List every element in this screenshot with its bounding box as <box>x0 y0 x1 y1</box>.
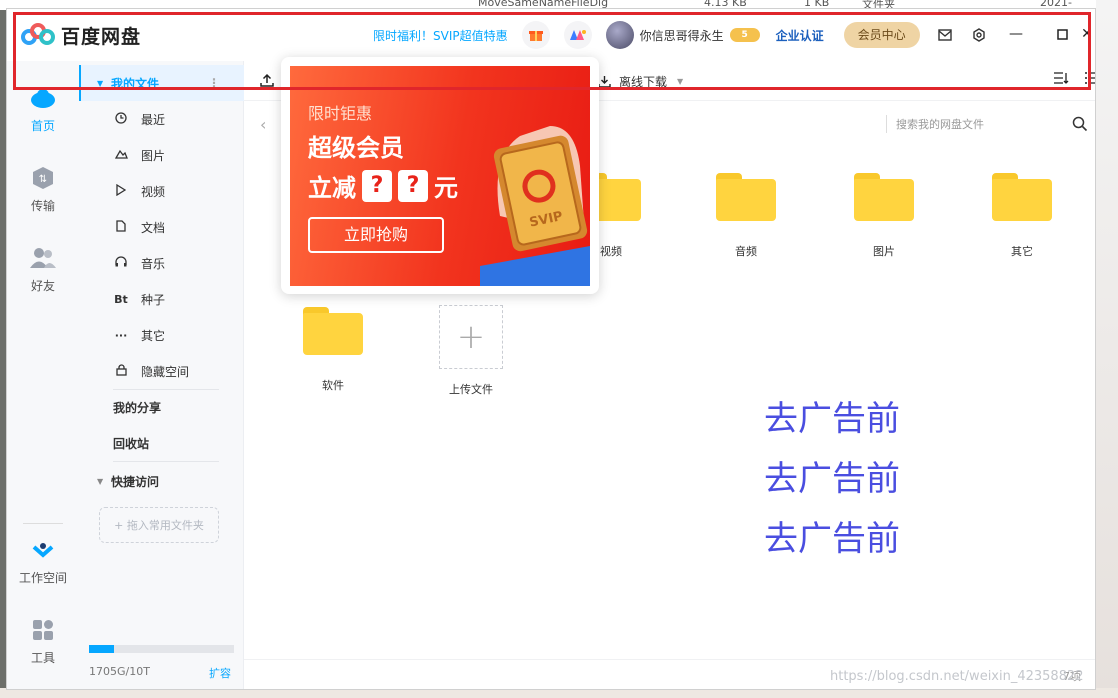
sidebar-item-label: 视频 <box>141 184 166 199</box>
nav-tools[interactable]: 工具 <box>7 617 79 666</box>
nav-home-label: 首页 <box>30 119 55 133</box>
sidebar-item-label: 我的分享 <box>113 400 162 415</box>
folder-icon <box>992 173 1052 221</box>
sidebar-divider <box>113 461 219 462</box>
folder-name: 图片 <box>873 245 895 258</box>
blog-watermark: https://blog.csdn.net/weixin_42358822 <box>830 669 1084 684</box>
friends-icon <box>30 245 56 271</box>
document-icon <box>113 219 129 235</box>
storage-usage-text: 1705G/10T <box>89 665 150 678</box>
sidebar-item-recycle-bin[interactable]: 回收站 <box>79 425 244 461</box>
promo-title: 限时钜惠 <box>308 104 373 123</box>
left-nav: 首页 ⇅ 传输 好友 工作空间 工具 <box>7 61 79 689</box>
nav-friends-label: 好友 <box>30 279 55 293</box>
sidebar-item-torrents[interactable]: Bt 种子 <box>79 281 244 317</box>
background-desktop-edge <box>1096 0 1118 698</box>
promo-headline: 超级会员 <box>308 134 404 162</box>
annotation-text: 去广告前 <box>764 399 900 439</box>
nav-transfer-label: 传输 <box>30 199 55 213</box>
sidebar-item-images[interactable]: 图片 <box>79 137 244 173</box>
folder-tile[interactable]: 软件 <box>288 307 378 417</box>
nav-tools-label: 工具 <box>30 651 55 665</box>
tools-icon <box>30 617 56 643</box>
sidebar-item-label: 其它 <box>141 328 166 343</box>
folder-name: 软件 <box>322 379 344 392</box>
sidebar-item-label: 文档 <box>141 220 166 235</box>
storage-usage-fill <box>89 645 114 653</box>
promo-discount-mystery: ? <box>362 169 392 202</box>
nav-workspace[interactable]: 工作空间 <box>7 537 79 586</box>
expand-storage-link[interactable]: 扩容 <box>209 665 231 681</box>
more-icon: ··· <box>114 328 128 342</box>
folder-tile[interactable]: 图片 <box>839 173 929 283</box>
plus-icon: + <box>439 305 503 369</box>
folder-tile[interactable]: 音频 <box>701 173 791 283</box>
nav-transfer[interactable]: ⇅ 传输 <box>7 165 79 214</box>
transfer-icon: ⇅ <box>30 165 56 191</box>
upload-file-label: 上传文件 <box>449 383 493 396</box>
upload-file-tile[interactable]: + 上传文件 <box>426 305 516 415</box>
folder-tile[interactable]: 其它 <box>977 173 1067 283</box>
promo-discount-mystery: ? <box>398 169 428 202</box>
nav-divider <box>23 523 63 524</box>
promo-discount-suffix: 元 <box>434 174 458 202</box>
promo-banner[interactable]: 限时钜惠 超级会员 立减 ? ? 元 立即抢购 SVIP <box>290 66 590 286</box>
svip-card-hand-icon: SVIP <box>480 126 590 286</box>
quick-access-label: 快捷访问 <box>111 474 160 489</box>
promo-discount-prefix: 立减 <box>308 174 356 202</box>
nav-friends[interactable]: 好友 <box>7 245 79 294</box>
sidebar-item-label: 种子 <box>141 292 166 307</box>
drag-folder-dropzone[interactable]: + 拖入常用文件夹 <box>99 507 219 543</box>
svip-promo-popup[interactable]: 限时钜惠 超级会员 立减 ? ? 元 立即抢购 SVIP <box>281 57 599 294</box>
folder-name: 音频 <box>735 245 757 258</box>
search-icon[interactable] <box>1072 116 1088 132</box>
workspace-icon <box>30 537 56 563</box>
folder-icon <box>854 173 914 221</box>
file-category-sidebar: ▼ 我的文件 ⋮ 最近 图片 视频 文档 音乐 Bt 种子 ··· 其它 隐藏空… <box>79 61 244 689</box>
sidebar-item-label: 回收站 <box>113 436 150 451</box>
folder-icon <box>303 307 363 355</box>
folder-icon <box>716 173 776 221</box>
sidebar-item-hidden-space[interactable]: 隐藏空间 <box>79 353 244 389</box>
clock-icon <box>113 111 129 127</box>
quick-access-header[interactable]: ▼ 快捷访问 <box>79 463 244 499</box>
search-divider <box>886 115 887 133</box>
nav-home[interactable]: 首页 <box>7 85 79 134</box>
promo-discount: 立减 ? ? 元 <box>308 168 458 203</box>
annotation-text: 去广告前 <box>764 459 900 499</box>
folder-name: 其它 <box>1011 245 1033 258</box>
svg-text:⇅: ⇅ <box>39 174 47 185</box>
storage-usage-bar <box>89 645 234 653</box>
bt-icon: Bt <box>114 292 128 306</box>
sidebar-item-recent[interactable]: 最近 <box>79 101 244 137</box>
sidebar-item-videos[interactable]: 视频 <box>79 173 244 209</box>
sidebar-item-other[interactable]: ··· 其它 <box>79 317 244 353</box>
sidebar-item-my-share[interactable]: 我的分享 <box>79 389 244 425</box>
sidebar-item-music[interactable]: 音乐 <box>79 245 244 281</box>
sidebar-item-label: 最近 <box>141 112 166 127</box>
buy-now-button[interactable]: 立即抢购 <box>308 217 444 253</box>
sidebar-item-documents[interactable]: 文档 <box>79 209 244 245</box>
play-icon <box>113 183 129 199</box>
annotation-text: 去广告前 <box>764 519 900 559</box>
collapse-triangle-icon[interactable]: ▼ <box>97 477 111 486</box>
sidebar-item-label: 音乐 <box>141 256 166 271</box>
back-icon[interactable]: ‹ <box>260 115 266 134</box>
sidebar-item-label: 隐藏空间 <box>141 364 190 379</box>
highlight-box <box>13 12 1091 90</box>
headphones-icon <box>113 256 129 270</box>
image-icon <box>113 148 129 162</box>
nav-workspace-label: 工作空间 <box>18 571 67 585</box>
search-input[interactable] <box>896 112 1066 136</box>
lock-icon <box>113 363 129 379</box>
sidebar-item-label: 图片 <box>141 148 166 163</box>
